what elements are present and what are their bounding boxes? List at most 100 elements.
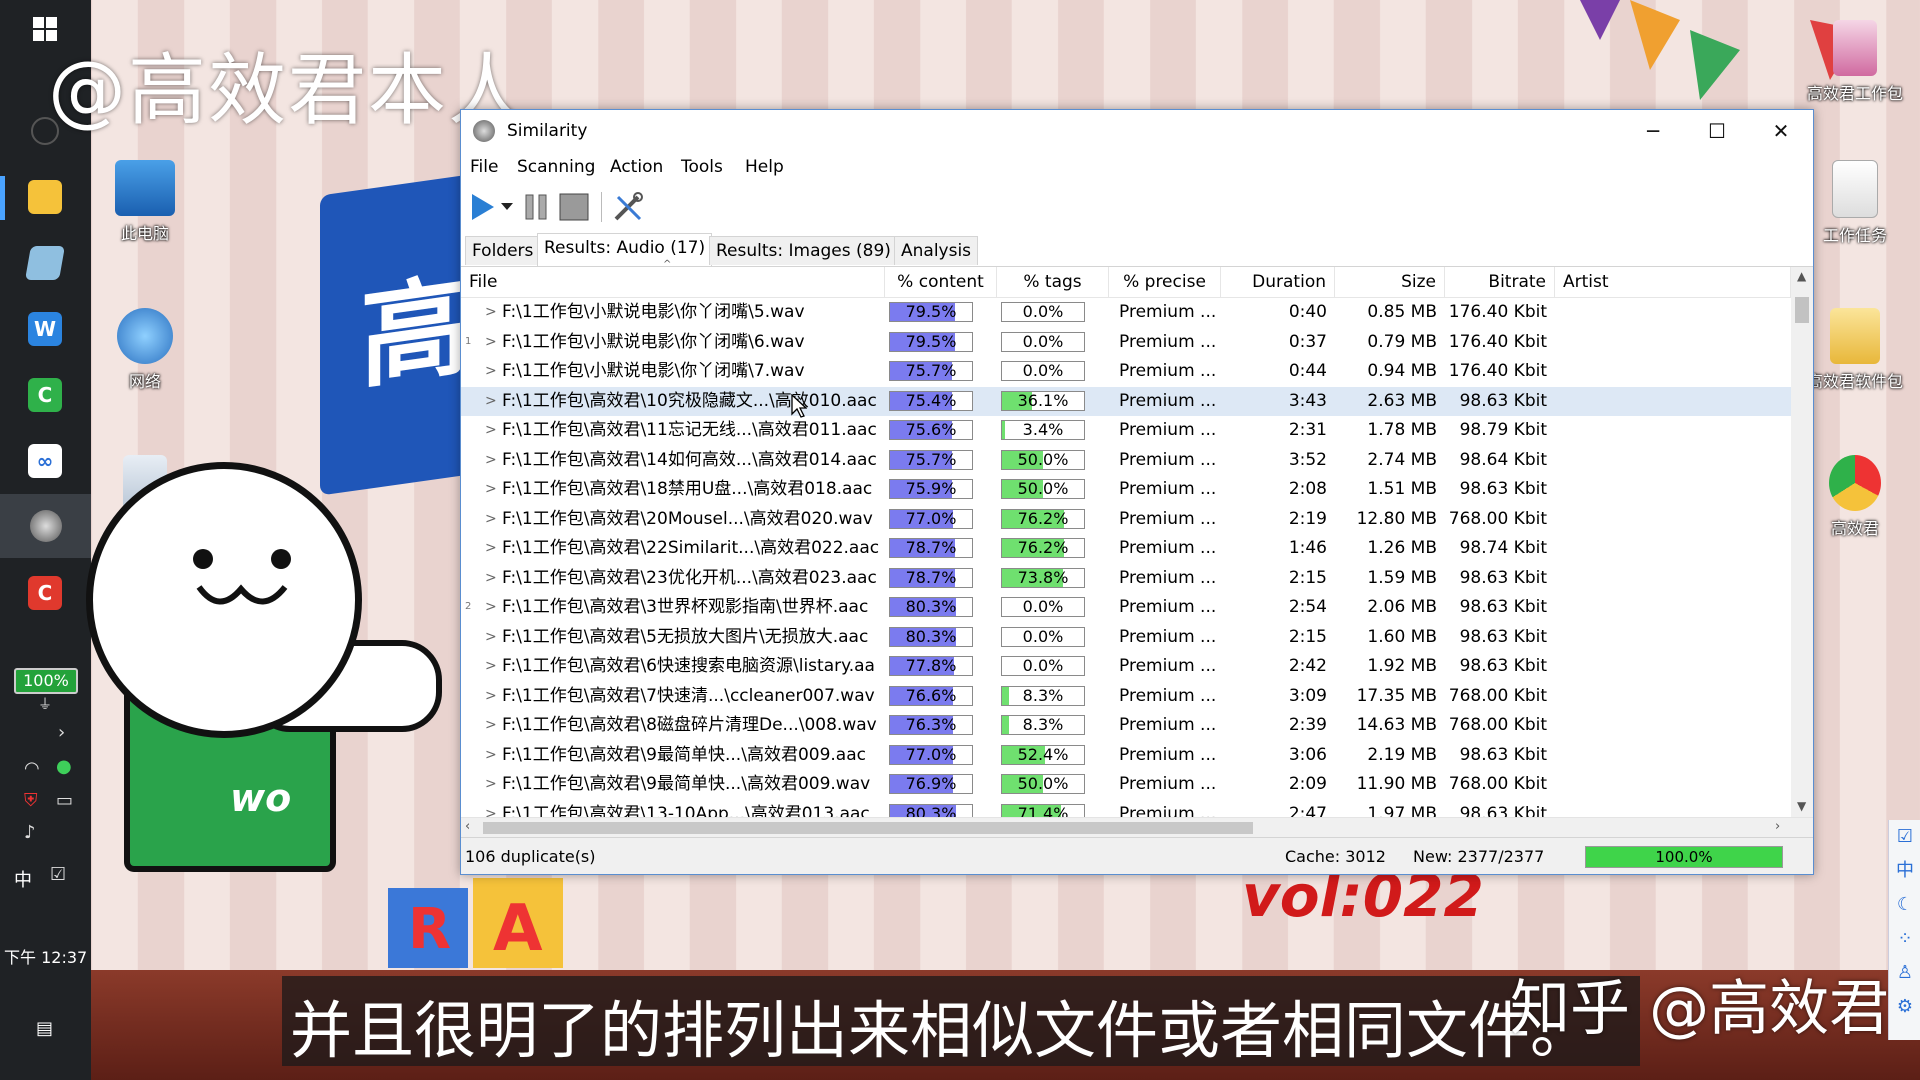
- column-tags[interactable]: % tags: [997, 267, 1109, 297]
- expand-chevron-icon[interactable]: >: [485, 505, 497, 534]
- expand-chevron-icon[interactable]: >: [485, 475, 497, 504]
- table-row[interactable]: > F:\1工作包\高效君\22Similarit...\高效君022.aac 78…: [461, 534, 1791, 563]
- expand-chevron-icon[interactable]: >: [485, 416, 497, 445]
- settings-tools-button[interactable]: [611, 190, 645, 224]
- expand-chevron-icon[interactable]: >: [485, 593, 497, 622]
- table-row[interactable]: > F:\1工作包\高效君\13-10App...\高效君013.aac 80.3%…: [461, 800, 1791, 818]
- expand-chevron-icon[interactable]: >: [485, 298, 497, 327]
- vertical-scroll-thumb[interactable]: [1795, 297, 1809, 323]
- menu-help[interactable]: Help: [745, 157, 784, 177]
- desktop-icon-work-tasks[interactable]: 工作任务: [1800, 160, 1910, 246]
- scroll-down-icon[interactable]: ▼: [1797, 799, 1806, 813]
- power-tray-icon[interactable]: ▭: [56, 790, 73, 811]
- table-row[interactable]: > F:\1工作包\小默说电影\你丫闭嘴\5.wav 79.5% 0.0% Premiu…: [461, 298, 1791, 327]
- table-row[interactable]: > F:\1工作包\高效君\23优化开机...\高效君023.aac 78.7% 73…: [461, 564, 1791, 593]
- table-row[interactable]: > F:\1工作包\高效君\18禁用U盘...\高效君018.aac 75.9% 50…: [461, 475, 1791, 504]
- horizontal-scroll-thumb[interactable]: [483, 822, 1253, 834]
- taskbar-clock[interactable]: 下午 12:37: [4, 944, 87, 968]
- menu-file[interactable]: File: [470, 157, 498, 177]
- expand-chevron-icon[interactable]: >: [485, 564, 497, 593]
- similarity-taskbar-icon[interactable]: [0, 494, 91, 558]
- table-row[interactable]: 1 > F:\1工作包\小默说电影\你丫闭嘴\6.wav 79.5% 0.0% Premi…: [461, 328, 1791, 357]
- wifi-icon[interactable]: ◠: [24, 758, 40, 779]
- expand-chevron-icon[interactable]: >: [485, 387, 497, 416]
- table-row[interactable]: > F:\1工作包\高效君\9最简单快...\高效君009.wav 76.9% 50.…: [461, 770, 1791, 799]
- expand-chevron-icon[interactable]: >: [485, 682, 497, 711]
- title-bar[interactable]: Similarity ─ ☐ ✕: [461, 110, 1813, 152]
- desktop-icon-work-pack[interactable]: 高效君工作包: [1800, 20, 1910, 104]
- security-shield-icon[interactable]: ⛨: [24, 790, 38, 811]
- table-row[interactable]: > F:\1工作包\高效君\7快速清...\ccleaner007.wav 76.6…: [461, 682, 1791, 711]
- checkbox-tray-icon[interactable]: ☑: [50, 864, 66, 885]
- menu-action[interactable]: Action: [610, 157, 663, 177]
- desktop-icon-gaoxiaojun[interactable]: 高效君: [1800, 455, 1910, 539]
- table-row[interactable]: > F:\1工作包\高效君\9最简单快...\高效君009.aac 77.0% 52.…: [461, 741, 1791, 770]
- dots-icon[interactable]: ⁘: [1889, 922, 1920, 956]
- tab-results-images[interactable]: Results: Images (89): [709, 236, 898, 265]
- expand-chevron-icon[interactable]: >: [485, 446, 497, 475]
- column-precise[interactable]: % precise: [1109, 267, 1221, 297]
- column-file[interactable]: File: [461, 267, 885, 297]
- start-options-dropdown[interactable]: [499, 190, 515, 224]
- moon-icon[interactable]: ☾: [1889, 888, 1920, 922]
- table-row[interactable]: 2 > F:\1工作包\高效君\3世界杯观影指南\世界杯.aac 80.3% 0.0% P…: [461, 593, 1791, 622]
- scroll-right-icon[interactable]: ›: [1775, 819, 1780, 834]
- stop-button[interactable]: [557, 190, 591, 224]
- ime-indicator[interactable]: 中: [14, 866, 32, 892]
- column-size[interactable]: Size: [1335, 267, 1445, 297]
- table-row[interactable]: > F:\1工作包\高效君\8磁盘碎片清理De...\008.wav 76.3% 8.…: [461, 711, 1791, 740]
- tab-folders[interactable]: Folders: [465, 236, 541, 265]
- column-content[interactable]: % content: [885, 267, 997, 297]
- chevron-right-icon[interactable]: ›: [58, 722, 65, 743]
- expand-chevron-icon[interactable]: >: [485, 328, 497, 357]
- tab-results-audio[interactable]: Results: Audio (17): [537, 233, 713, 266]
- column-duration[interactable]: Duration: [1221, 267, 1335, 297]
- table-row[interactable]: > F:\1工作包\高效君\20Mousel...\高效君020.wav 77.0%…: [461, 505, 1791, 534]
- expand-chevron-icon[interactable]: >: [485, 534, 497, 563]
- baidu-netdisk-icon[interactable]: ∞: [20, 436, 70, 486]
- scroll-left-icon[interactable]: ‹: [465, 819, 470, 834]
- desktop-icon-network[interactable]: 网络: [90, 308, 200, 392]
- desktop-icon-this-pc[interactable]: 此电脑: [90, 160, 200, 244]
- expand-chevron-icon[interactable]: >: [485, 711, 497, 740]
- close-button[interactable]: ✕: [1749, 110, 1813, 152]
- bitrate-value: 768.00 Kbit: [1448, 508, 1547, 529]
- start-scan-button[interactable]: [469, 190, 497, 224]
- desktop-icon-software-pack[interactable]: 高效君软件包: [1800, 308, 1910, 392]
- gear-icon[interactable]: ⚙: [1889, 990, 1920, 1024]
- expand-chevron-icon[interactable]: >: [485, 652, 497, 681]
- table-row[interactable]: > F:\1工作包\小默说电影\你丫闭嘴\7.wav 75.7% 0.0% Premiu…: [461, 357, 1791, 386]
- file-explorer-icon[interactable]: [20, 172, 70, 222]
- vertical-scrollbar[interactable]: ▲ ▼: [1791, 267, 1813, 817]
- ime-chinese-icon[interactable]: 中: [1889, 854, 1920, 888]
- table-row[interactable]: > F:\1工作包\高效君\5无损放大图片\无损放大.aac 80.3% 0.0% Pr…: [461, 623, 1791, 652]
- notebook-app-icon[interactable]: [20, 238, 70, 288]
- tab-analysis[interactable]: Analysis: [894, 236, 979, 265]
- wps-writer-icon[interactable]: W: [20, 304, 70, 354]
- pause-button[interactable]: [521, 190, 551, 224]
- camtasia-red-icon[interactable]: C: [20, 568, 70, 618]
- expand-chevron-icon[interactable]: >: [485, 800, 497, 818]
- menu-tools[interactable]: Tools: [681, 157, 723, 177]
- table-row[interactable]: > F:\1工作包\高效君\10究极隐藏文...\高效010.aac 75.4% 36…: [461, 386, 1791, 416]
- column-bitrate[interactable]: Bitrate: [1445, 267, 1555, 297]
- wechat-icon[interactable]: ●: [56, 756, 72, 777]
- user-icon[interactable]: ♙: [1889, 956, 1920, 990]
- horizontal-scrollbar[interactable]: ‹ ›: [461, 817, 1813, 838]
- expand-chevron-icon[interactable]: >: [485, 741, 497, 770]
- check-icon[interactable]: ☑: [1889, 820, 1920, 854]
- menu-scanning[interactable]: Scanning: [517, 157, 595, 177]
- maximize-button[interactable]: ☐: [1685, 110, 1749, 152]
- scroll-up-icon[interactable]: ▲: [1797, 269, 1806, 283]
- camtasia-green-icon[interactable]: C: [20, 370, 70, 420]
- notification-icon[interactable]: ▤: [36, 1018, 53, 1039]
- table-row[interactable]: > F:\1工作包\高效君\14如何高效...\高效君014.aac 75.7% 50…: [461, 446, 1791, 475]
- column-artist[interactable]: Artist: [1555, 267, 1791, 297]
- expand-chevron-icon[interactable]: >: [485, 357, 497, 386]
- volume-icon[interactable]: ♪: [24, 822, 36, 843]
- expand-chevron-icon[interactable]: >: [485, 623, 497, 652]
- table-row[interactable]: > F:\1工作包\高效君\6快速搜索电脑资源\listary.aa 77.8% 0.…: [461, 652, 1791, 681]
- table-row[interactable]: > F:\1工作包\高效君\11忘记无线...\高效君011.aac 75.6% 3.…: [461, 416, 1791, 445]
- minimize-button[interactable]: ─: [1621, 110, 1685, 152]
- expand-chevron-icon[interactable]: >: [485, 770, 497, 799]
